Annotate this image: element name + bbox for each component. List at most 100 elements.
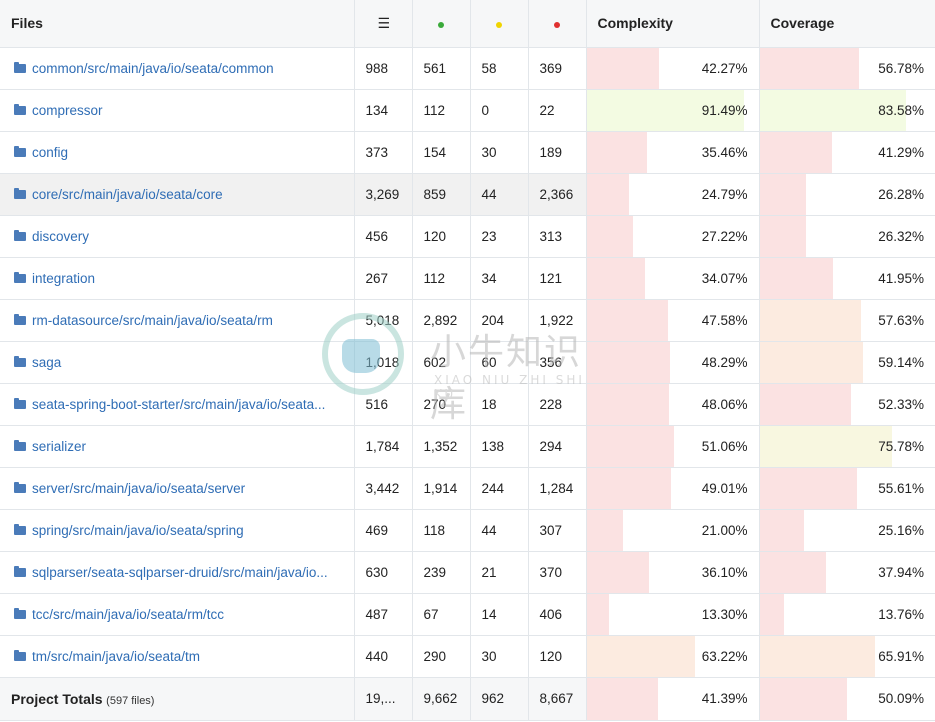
table-row[interactable]: saga 1,018 602 60 356 48.29% 59.14% bbox=[0, 341, 935, 384]
file-link[interactable]: saga bbox=[32, 355, 61, 370]
file-link[interactable]: serializer bbox=[32, 439, 86, 454]
file-name-cell[interactable]: compressor bbox=[0, 89, 355, 132]
folder-icon bbox=[14, 439, 26, 451]
table-row[interactable]: tm/src/main/java/io/seata/tm 440 290 30 120 6… bbox=[0, 635, 935, 678]
file-link[interactable]: tcc/src/main/java/io/seata/rm/tcc bbox=[32, 607, 224, 622]
table-row[interactable]: rm-datasource/src/main/java/io/seata/rm 5… bbox=[0, 299, 935, 342]
missed-cell: 1,284 bbox=[528, 467, 587, 510]
covered-cell: 602 bbox=[412, 341, 471, 384]
coverage-table: Files ☰ Complexity Coverage common/src/m… bbox=[0, 0, 935, 721]
file-link[interactable]: integration bbox=[32, 271, 95, 286]
covered-cell: 290 bbox=[412, 635, 471, 678]
missed-cell: 228 bbox=[528, 383, 587, 426]
file-link[interactable]: sqlparser/seata-sqlparser-druid/src/main… bbox=[32, 565, 328, 580]
covered-cell: 112 bbox=[412, 89, 471, 132]
complexity-value: 21.00% bbox=[701, 522, 748, 538]
covered-cell: 120 bbox=[412, 215, 471, 258]
coverage-column-header[interactable]: Coverage bbox=[759, 0, 935, 48]
file-name-cell[interactable]: seata-spring-boot-starter/src/main/java/… bbox=[0, 383, 355, 426]
file-name-cell[interactable]: core/src/main/java/io/seata/core bbox=[0, 173, 355, 216]
table-header-row: Files ☰ Complexity Coverage bbox=[0, 0, 935, 48]
partial-cell: 138 bbox=[470, 425, 529, 468]
complexity-value: 48.29% bbox=[701, 354, 748, 370]
coverage-value: 59.14% bbox=[878, 354, 924, 370]
table-row[interactable]: config 373 154 30 189 35.46% 41.29% bbox=[0, 131, 935, 174]
file-name-cell[interactable]: serializer bbox=[0, 425, 355, 468]
file-name-cell[interactable]: server/src/main/java/io/seata/server bbox=[0, 467, 355, 510]
file-name-cell[interactable]: discovery bbox=[0, 215, 355, 258]
file-name-cell[interactable]: tcc/src/main/java/io/seata/rm/tcc bbox=[0, 593, 355, 636]
file-link[interactable]: compressor bbox=[32, 103, 103, 118]
table-row[interactable]: discovery 456 120 23 313 27.22% 26.32% bbox=[0, 215, 935, 258]
table-row[interactable]: sqlparser/seata-sqlparser-druid/src/main… bbox=[0, 551, 935, 594]
file-name-cell[interactable]: integration bbox=[0, 257, 355, 300]
file-link[interactable]: config bbox=[32, 145, 68, 160]
coverage-value: 41.95% bbox=[878, 270, 924, 286]
lines-cell: 469 bbox=[354, 509, 413, 552]
totals-complexity-bar bbox=[586, 677, 658, 719]
missed-cell: 369 bbox=[528, 47, 587, 90]
table-row[interactable]: serializer 1,784 1,352 138 294 51.06% 75.78% bbox=[0, 425, 935, 468]
partial-column-header[interactable] bbox=[470, 0, 529, 48]
covered-column-header[interactable] bbox=[412, 0, 471, 48]
lines-cell: 630 bbox=[354, 551, 413, 594]
complexity-bar bbox=[586, 635, 696, 676]
partial-cell: 18 bbox=[470, 383, 529, 426]
folder-icon bbox=[14, 229, 26, 241]
file-name-cell[interactable]: rm-datasource/src/main/java/io/seata/rm bbox=[0, 299, 355, 342]
file-name-cell[interactable]: saga bbox=[0, 341, 355, 384]
table-row[interactable]: tcc/src/main/java/io/seata/rm/tcc 487 67 14… bbox=[0, 593, 935, 636]
file-link[interactable]: seata-spring-boot-starter/src/main/java/… bbox=[32, 397, 325, 412]
file-link[interactable]: common/src/main/java/io/seata/common bbox=[32, 61, 274, 76]
covered-cell: 1,914 bbox=[412, 467, 471, 510]
missed-column-header[interactable] bbox=[528, 0, 587, 48]
lines-column-header[interactable]: ☰ bbox=[354, 0, 413, 48]
file-name-cell[interactable]: tm/src/main/java/io/seata/tm bbox=[0, 635, 355, 678]
files-column-header[interactable]: Files bbox=[0, 0, 355, 48]
file-name-cell[interactable]: config bbox=[0, 131, 355, 174]
table-row[interactable]: compressor 134 112 0 22 91.49% 83.58% bbox=[0, 89, 935, 132]
file-link[interactable]: core/src/main/java/io/seata/core bbox=[32, 187, 223, 202]
coverage-value: 37.94% bbox=[878, 564, 924, 580]
file-name-cell[interactable]: spring/src/main/java/io/seata/spring bbox=[0, 509, 355, 552]
lines-cell: 456 bbox=[354, 215, 413, 258]
coverage-cell: 26.28% bbox=[759, 173, 935, 216]
complexity-value: 91.49% bbox=[701, 102, 748, 118]
file-name-cell[interactable]: common/src/main/java/io/seata/common bbox=[0, 47, 355, 90]
partial-dot-icon bbox=[496, 22, 502, 29]
lines-cell: 3,269 bbox=[354, 173, 413, 216]
file-link[interactable]: rm-datasource/src/main/java/io/seata/rm bbox=[32, 313, 273, 328]
totals-label: Project Totals bbox=[11, 690, 103, 707]
coverage-cell: 75.78% bbox=[759, 425, 935, 468]
table-row[interactable]: seata-spring-boot-starter/src/main/java/… bbox=[0, 383, 935, 426]
table-row[interactable]: server/src/main/java/io/seata/server 3,44… bbox=[0, 467, 935, 510]
complexity-cell: 63.22% bbox=[586, 635, 760, 678]
folder-icon bbox=[14, 103, 26, 115]
complexity-bar bbox=[586, 131, 648, 172]
table-row[interactable]: integration 267 112 34 121 34.07% 41.95% bbox=[0, 257, 935, 300]
covered-cell: 2,892 bbox=[412, 299, 471, 342]
table-row[interactable]: common/src/main/java/io/seata/common 988 5… bbox=[0, 47, 935, 90]
covered-dot-icon bbox=[438, 22, 444, 29]
missed-cell: 294 bbox=[528, 425, 587, 468]
missed-cell: 121 bbox=[528, 257, 587, 300]
coverage-value: 56.78% bbox=[878, 60, 924, 76]
table-row[interactable]: spring/src/main/java/io/seata/spring 469 1… bbox=[0, 509, 935, 552]
table-row[interactable]: core/src/main/java/io/seata/core 3,269 859… bbox=[0, 173, 935, 216]
coverage-cell: 65.91% bbox=[759, 635, 935, 678]
file-link[interactable]: server/src/main/java/io/seata/server bbox=[32, 481, 245, 496]
complexity-cell: 21.00% bbox=[586, 509, 760, 552]
file-link[interactable]: discovery bbox=[32, 229, 89, 244]
complexity-column-header[interactable]: Complexity bbox=[586, 0, 760, 48]
covered-cell: 239 bbox=[412, 551, 471, 594]
complexity-value: 48.06% bbox=[701, 396, 748, 412]
file-name-cell[interactable]: sqlparser/seata-sqlparser-druid/src/main… bbox=[0, 551, 355, 594]
file-link[interactable]: tm/src/main/java/io/seata/tm bbox=[32, 649, 200, 664]
complexity-value: 47.58% bbox=[701, 312, 748, 328]
partial-cell: 44 bbox=[470, 509, 529, 552]
coverage-cell: 52.33% bbox=[759, 383, 935, 426]
coverage-bar bbox=[759, 593, 784, 634]
file-link[interactable]: spring/src/main/java/io/seata/spring bbox=[32, 523, 244, 538]
complexity-bar bbox=[586, 47, 660, 88]
covered-cell: 112 bbox=[412, 257, 471, 300]
